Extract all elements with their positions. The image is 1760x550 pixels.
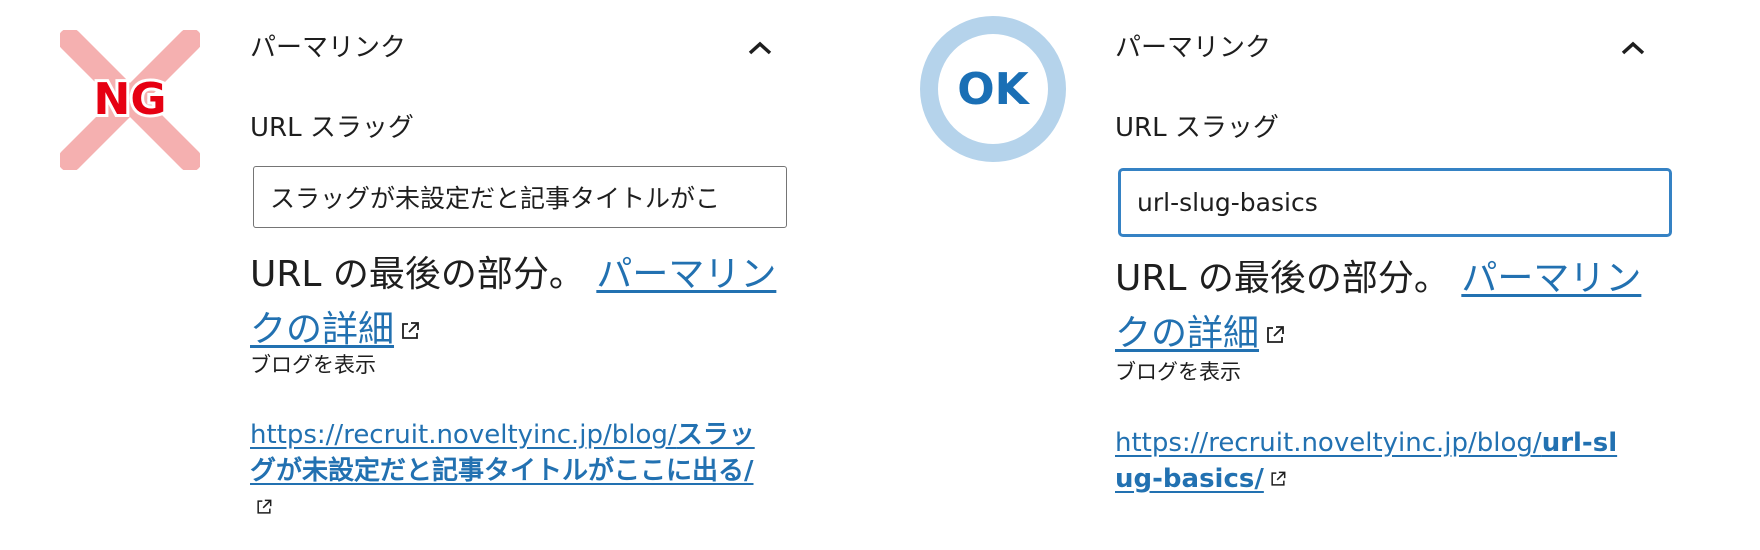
slug-help-text: URL の最後の部分。 パーマリンクの詳細: [1115, 251, 1675, 361]
help-text: URL の最後の部分。: [250, 254, 585, 295]
slug-input[interactable]: [1118, 168, 1672, 237]
permalink-link[interactable]: https://recruit.noveltyinc.jp/blog/スラッグが…: [250, 420, 755, 522]
ng-permalink-panel: パーマリンク URL スラッグ URL の最後の部分。 パーマリンクの詳細 ブロ…: [250, 0, 810, 550]
section-title: パーマリンク: [250, 33, 407, 63]
slug-input[interactable]: [253, 166, 787, 228]
slug-label: URL スラッグ: [1115, 113, 1279, 143]
external-link-icon: [1267, 326, 1284, 343]
external-link-icon: [1271, 471, 1286, 486]
slug-label: URL スラッグ: [250, 113, 414, 143]
section-title: パーマリンク: [1115, 33, 1272, 63]
chevron-up-icon: [1621, 41, 1645, 55]
slug-help-text: URL の最後の部分。 パーマリンクの詳細: [250, 247, 810, 357]
permalink-url: https://recruit.noveltyinc.jp/blog/スラッグが…: [250, 417, 770, 525]
chevron-up-icon: [748, 41, 772, 55]
help-text: URL の最後の部分。: [1115, 258, 1450, 299]
external-link-icon: [257, 499, 272, 514]
permalink-link[interactable]: https://recruit.noveltyinc.jp/blog/url-s…: [1115, 428, 1617, 494]
ok-badge-text: OK: [957, 64, 1030, 115]
collapse-toggle-button[interactable]: [742, 30, 778, 66]
ng-badge-text: NG: [94, 74, 167, 125]
collapse-toggle-button[interactable]: [1615, 30, 1651, 66]
permalink-url: https://recruit.noveltyinc.jp/blog/url-s…: [1115, 425, 1635, 497]
ok-badge: OK: [920, 16, 1066, 162]
view-post-label: ブログを表示: [250, 353, 376, 377]
ng-badge: NG: [60, 30, 200, 170]
ok-permalink-panel: パーマリンク URL スラッグ URL の最後の部分。 パーマリンクの詳細 ブロ…: [1115, 0, 1675, 550]
external-link-icon: [402, 322, 419, 339]
view-post-label: ブログを表示: [1115, 360, 1241, 384]
